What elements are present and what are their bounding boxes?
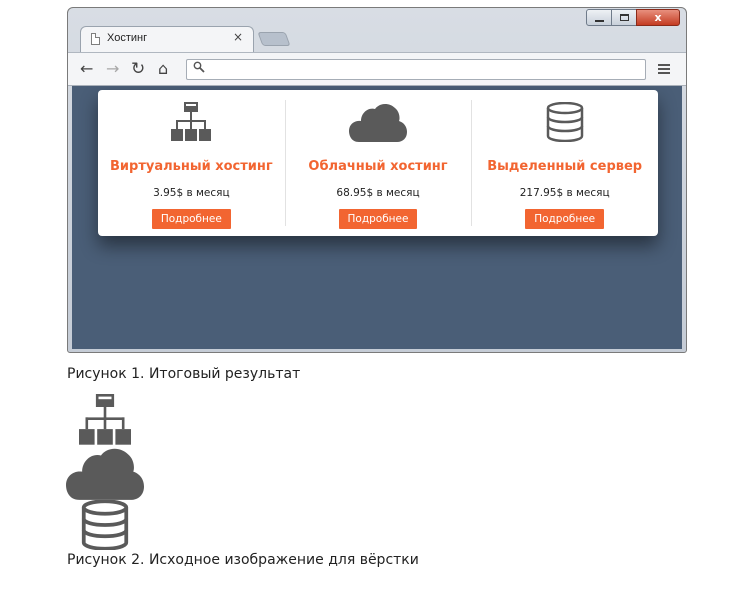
plan-title: Выделенный сервер [487, 159, 643, 174]
database-icon [78, 499, 132, 554]
cloud-icon [66, 446, 144, 504]
maximize-icon [620, 14, 629, 21]
menu-icon[interactable] [658, 64, 670, 76]
plan-price: 68.95$ в месяц [336, 187, 420, 199]
figure-1-caption: Рисунок 1. Итоговый результат [67, 366, 301, 382]
page-viewport: Виртуальный хостинг 3.95$ в месяц Подроб… [72, 86, 682, 349]
browser-window: Хостинг × x ← → ↻ ⌂ Виртуальный хостинг … [67, 7, 687, 353]
reload-icon[interactable]: ↻ [131, 60, 145, 78]
figure-2-caption: Рисунок 2. Исходное изображение для вёрс… [67, 552, 419, 568]
sitemap-icon [98, 98, 285, 142]
title-bar: Хостинг × x [68, 8, 686, 53]
plan-title: Виртуальный хостинг [110, 159, 273, 174]
address-bar[interactable] [186, 59, 646, 80]
hosting-card: Виртуальный хостинг 3.95$ в месяц Подроб… [98, 90, 658, 236]
plan-price: 217.95$ в месяц [519, 187, 610, 199]
new-tab-button[interactable] [257, 32, 291, 46]
browser-toolbar: ← → ↻ ⌂ [68, 52, 686, 86]
tab-close-icon[interactable]: × [233, 30, 243, 44]
details-button[interactable]: Подробнее [151, 209, 231, 229]
window-controls: x [586, 9, 680, 27]
browser-tab[interactable]: Хостинг × [80, 26, 254, 53]
plan-price: 3.95$ в месяц [153, 187, 230, 199]
plan-cloud-hosting: Облачный хостинг 68.95$ в месяц Подробне… [284, 90, 472, 236]
back-arrow-icon[interactable]: ← [80, 60, 93, 78]
close-window-button[interactable]: x [636, 9, 680, 26]
tab-title: Хостинг [107, 32, 148, 44]
minimize-button[interactable] [586, 9, 612, 26]
plan-title: Облачный хостинг [308, 159, 448, 174]
search-icon [193, 61, 205, 76]
home-icon[interactable]: ⌂ [158, 60, 168, 78]
plan-dedicated-server: Выделенный сервер 217.95$ в месяц Подроб… [471, 90, 658, 236]
document-icon [91, 33, 100, 45]
address-input[interactable] [209, 61, 643, 80]
details-button[interactable]: Подробнее [525, 209, 605, 229]
details-button[interactable]: Подробнее [338, 209, 418, 229]
plan-virtual-hosting: Виртуальный хостинг 3.95$ в месяц Подроб… [98, 90, 285, 236]
sitemap-icon [78, 394, 132, 450]
maximize-button[interactable] [611, 9, 637, 26]
minimize-icon [595, 20, 604, 22]
database-icon [471, 98, 658, 142]
close-icon: x [654, 11, 662, 24]
forward-arrow-icon[interactable]: → [106, 60, 119, 78]
cloud-icon [285, 98, 472, 142]
